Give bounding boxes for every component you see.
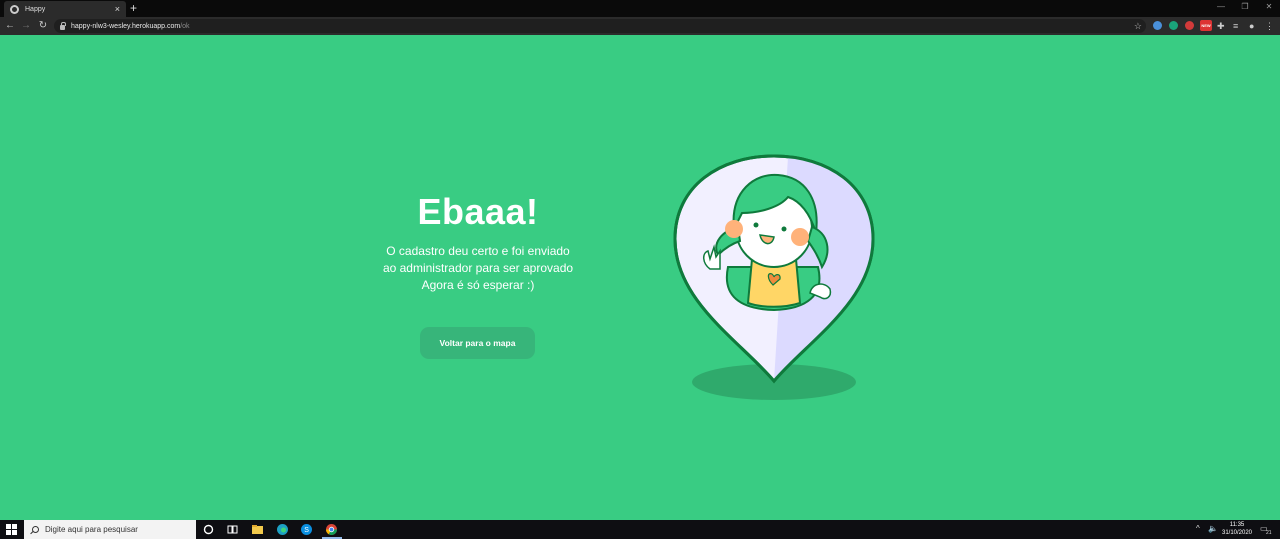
page: Ebaaa! O cadastro deu certo e foi enviad… xyxy=(0,35,1280,520)
extension-new-badge[interactable]: NEW xyxy=(1200,20,1212,31)
profile-avatar-icon[interactable]: ● xyxy=(1249,20,1254,32)
message-line: Agora é só esperar :) xyxy=(421,278,535,292)
window-controls: — ❐ ✕ xyxy=(1216,2,1274,11)
clock-date: 31/10/2020 xyxy=(1221,530,1253,536)
notification-count: 21 xyxy=(1266,530,1272,536)
more-menu-icon[interactable]: ⋮ xyxy=(1265,20,1274,32)
cortana-icon[interactable] xyxy=(202,523,215,536)
file-explorer-icon[interactable] xyxy=(251,523,264,536)
taskbar-search-placeholder: Digite aqui para pesquisar xyxy=(45,525,138,534)
map-pin-character-illustration xyxy=(673,154,875,400)
left-cheek xyxy=(725,220,743,238)
globe-icon xyxy=(10,4,19,14)
chrome-icon[interactable] xyxy=(325,523,338,536)
browser-toolbar: ← → ↻ happy-nlw3-wesley.herokuapp.com/ok… xyxy=(0,17,1280,35)
close-window-icon[interactable]: ✕ xyxy=(1264,2,1274,11)
message-line: O cadastro deu certo e foi enviado xyxy=(386,244,570,258)
minimize-icon[interactable]: — xyxy=(1216,2,1226,11)
windows-start-icon[interactable] xyxy=(6,524,17,535)
tab-title: Happy xyxy=(25,5,46,13)
success-message: Ebaaa! O cadastro deu certo e foi enviad… xyxy=(378,191,578,294)
url-host: happy-nlw3-wesley.herokuapp.com xyxy=(71,22,181,30)
reading-list-icon[interactable]: ≡ xyxy=(1233,20,1238,32)
close-tab-icon[interactable]: × xyxy=(115,4,120,14)
task-view-icon[interactable] xyxy=(226,523,239,536)
skype-icon[interactable]: S xyxy=(300,523,313,536)
browser-tab-bar: Happy × + — ❐ ✕ xyxy=(0,0,1280,17)
taskbar-search-box[interactable]: Digite aqui para pesquisar xyxy=(24,520,196,539)
extension-green-icon[interactable] xyxy=(1169,21,1178,30)
lock-icon[interactable] xyxy=(60,21,66,30)
volume-icon[interactable]: 🔈 xyxy=(1208,523,1218,535)
reload-icon[interactable]: ↻ xyxy=(37,19,49,33)
svg-text:S: S xyxy=(304,527,309,534)
extension-blue-icon[interactable] xyxy=(1153,21,1162,30)
edge-browser-icon[interactable] xyxy=(276,523,289,536)
url-path: /ok xyxy=(180,22,190,30)
bookmark-star-icon[interactable]: ☆ xyxy=(1134,19,1142,33)
puzzle-icon[interactable]: ✚ xyxy=(1217,20,1225,32)
tray-chevron-up-icon[interactable]: ^ xyxy=(1196,523,1200,535)
page-title: Ebaaa! xyxy=(417,191,539,232)
extension-red-icon[interactable] xyxy=(1185,21,1194,30)
windows-taskbar: Digite aqui para pesquisar S ^ 🔈 11:35 3… xyxy=(0,520,1280,539)
message-line: ao administrador para ser aprovado xyxy=(382,261,574,275)
new-tab-button[interactable]: + xyxy=(130,1,137,15)
restore-icon[interactable]: ❐ xyxy=(1240,2,1250,11)
taskbar-clock[interactable]: 11:35 31/10/2020 xyxy=(1218,521,1256,537)
success-description: O cadastro deu certo e foi enviado ao ad… xyxy=(378,243,578,294)
back-to-map-button[interactable]: Voltar para o mapa xyxy=(420,327,535,359)
search-icon xyxy=(32,526,39,533)
right-cheek xyxy=(791,228,809,246)
back-arrow-icon[interactable]: ← xyxy=(4,19,16,33)
forward-arrow-icon[interactable]: → xyxy=(20,19,32,33)
address-bar[interactable]: happy-nlw3-wesley.herokuapp.com/ok ☆ xyxy=(54,19,1146,33)
clock-time: 11:35 xyxy=(1229,522,1245,528)
browser-tab[interactable]: Happy × xyxy=(4,1,126,17)
